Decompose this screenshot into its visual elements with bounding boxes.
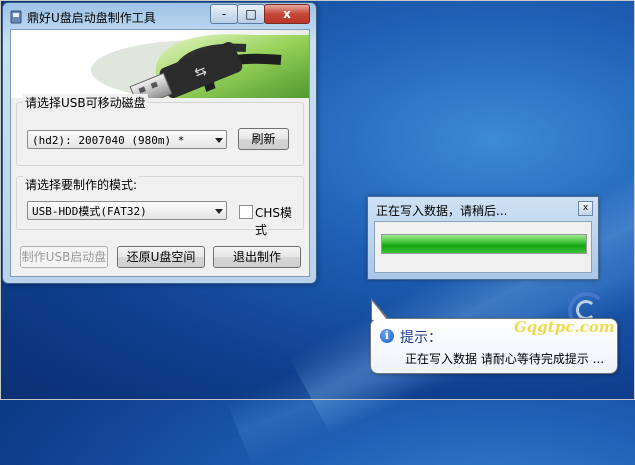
usb-drive-illustration: ⇆ xyxy=(91,34,309,98)
minimize-button[interactable]: - xyxy=(210,4,238,24)
chevron-down-icon xyxy=(215,138,223,143)
chs-mode-checkbox[interactable] xyxy=(239,205,253,219)
progress-dialog-body xyxy=(374,221,592,273)
close-button[interactable]: x xyxy=(264,4,310,24)
progress-dialog: 正在写入数据，请稍后... x xyxy=(367,196,599,280)
write-progress-bar xyxy=(381,234,587,254)
balloon-message: 正在写入数据 请耐心等待完成提示 ... xyxy=(405,352,605,366)
watermark-logo-inner-icon xyxy=(576,300,596,320)
minimize-icon: - xyxy=(221,7,227,21)
mode-group-label: 请选择要制作的模式: xyxy=(23,176,140,193)
mode-select-dropdown[interactable]: USB-HDD模式(FAT32) xyxy=(27,201,227,220)
progress-dialog-title: 正在写入数据，请稍后... xyxy=(376,204,508,218)
window-title: 鼎好U盘启动盘制作工具 xyxy=(27,11,156,25)
maximize-button[interactable]: □ xyxy=(237,4,265,24)
balloon-title: 提示： xyxy=(400,330,442,346)
balloon-tail-inner xyxy=(372,301,387,320)
mode-select-value: USB-HDD模式(FAT32) xyxy=(32,205,147,218)
mode-selection-group: 请选择要制作的模式: USB-HDD模式(FAT32) CHS模式 xyxy=(16,176,304,237)
disk-group-label: 请选择USB可移动磁盘 xyxy=(23,94,148,111)
refresh-button[interactable]: 刷新 xyxy=(238,128,289,150)
close-icon: x xyxy=(283,7,291,21)
restore-usb-space-button[interactable]: 还原U盘空间 xyxy=(117,246,205,268)
window-client-area: ⇆ 请选择USB可移动磁盘 (hd2): 2007040 (980m) * 刷新… xyxy=(10,29,310,277)
info-icon: i xyxy=(380,329,394,343)
exit-button[interactable]: 退出制作 xyxy=(213,246,301,268)
chevron-down-icon xyxy=(215,209,223,214)
watermark-text: Gqgtpc.com xyxy=(514,318,615,336)
main-window: 鼎好U盘启动盘制作工具 - □ x ⇆ 请选择USB可移动磁盘 (hd2): 2… xyxy=(2,2,317,284)
progress-dialog-close-button[interactable]: x xyxy=(578,201,593,216)
write-progress-fill xyxy=(382,235,586,253)
chs-mode-label: CHS模式 xyxy=(255,206,293,237)
usb-banner-image: ⇆ xyxy=(11,30,309,98)
maximize-icon: □ xyxy=(245,7,257,21)
disk-select-dropdown[interactable]: (hd2): 2007040 (980m) * xyxy=(27,130,227,149)
make-usb-boot-button[interactable]: 制作USB启动盘 xyxy=(20,246,108,268)
close-icon: x xyxy=(582,203,589,213)
disk-selection-group: 请选择USB可移动磁盘 (hd2): 2007040 (980m) * 刷新 xyxy=(16,94,304,166)
disk-select-value: (hd2): 2007040 (980m) * xyxy=(32,134,185,147)
title-bar[interactable]: 鼎好U盘启动盘制作工具 - □ x xyxy=(3,3,316,31)
usb-app-icon xyxy=(10,10,22,24)
